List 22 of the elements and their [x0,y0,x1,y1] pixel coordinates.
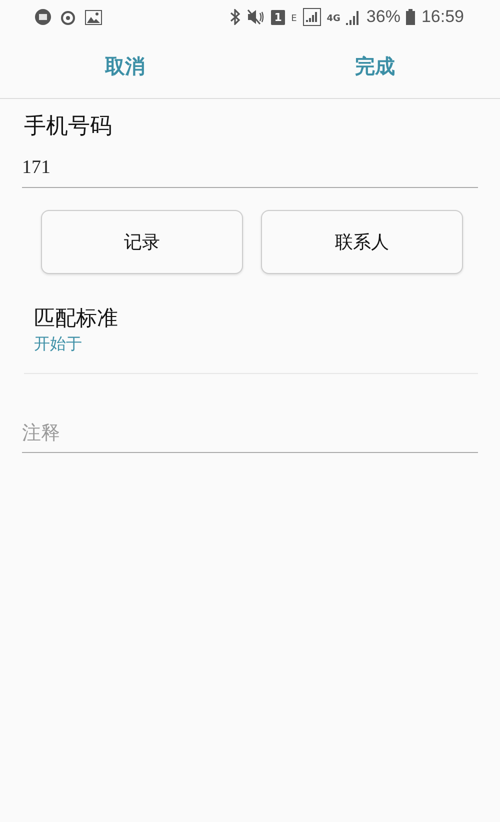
app-icon [35,9,51,25]
match-criteria-item[interactable]: 匹配标准 开始于 [24,304,478,374]
option-button[interactable]: 记录 [41,210,243,274]
field-label: 手机号码 [24,113,113,141]
bluetooth-icon [229,9,242,25]
data-type: 4G [326,14,340,24]
phone-input-field[interactable]: 171 [22,141,478,188]
signal-icon [346,9,360,25]
sim-indicator: 1 [271,10,286,24]
note-input-field[interactable]: 注释 [22,406,478,453]
option-button[interactable]: 联系人 [261,210,463,274]
battery-icon [406,9,416,25]
clock: 16:59 [421,7,464,27]
signal-icon [302,8,321,26]
image-icon [85,10,102,24]
network-type: E [291,14,297,24]
mute-icon [247,9,266,25]
cancel-button[interactable]: 取消 [0,34,250,98]
item-title: 匹配标准 [34,305,119,332]
done-button[interactable]: 完成 [250,34,500,98]
item-value: 开始于 [34,334,83,355]
battery-percent: 36% [366,7,400,27]
